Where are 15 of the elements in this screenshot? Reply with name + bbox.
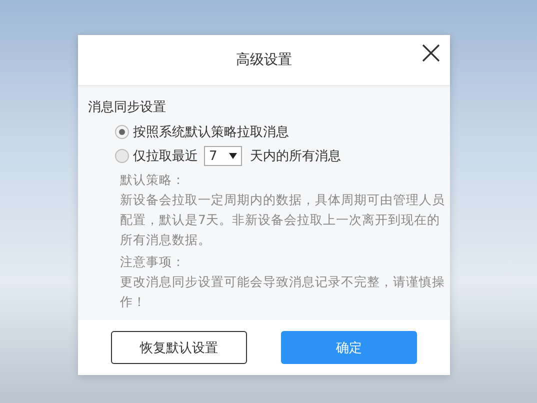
caret-icon (229, 153, 237, 159)
radio-button[interactable] (115, 125, 129, 139)
close-icon[interactable] (422, 44, 440, 62)
radio-label: 按照系统默认策略拉取消息 (133, 124, 289, 141)
note-text: 更改消息同步设置可能会导致消息记录不完整，请谨慎操作！ (120, 273, 445, 311)
radio-button[interactable] (115, 149, 129, 163)
dialog-title: 高级设置 (236, 51, 292, 69)
note-heading: 注意事项： (120, 253, 186, 271)
days-dropdown[interactable]: 7 (204, 146, 242, 166)
radio-label: 仅拉取最近 (133, 148, 198, 165)
reset-button[interactable]: 恢复默认设置 (111, 331, 247, 364)
note-heading: 默认策略： (120, 171, 186, 189)
note-text: 新设备会拉取一定周期内的数据，具体周期可由管理人员配置，默认是7天。非新设备会拉取上一次离开到现在的所有消息数据。 (120, 191, 445, 249)
option-suffix: 天内的所有消息 (250, 148, 341, 165)
section-title: 消息同步设置 (88, 99, 167, 116)
